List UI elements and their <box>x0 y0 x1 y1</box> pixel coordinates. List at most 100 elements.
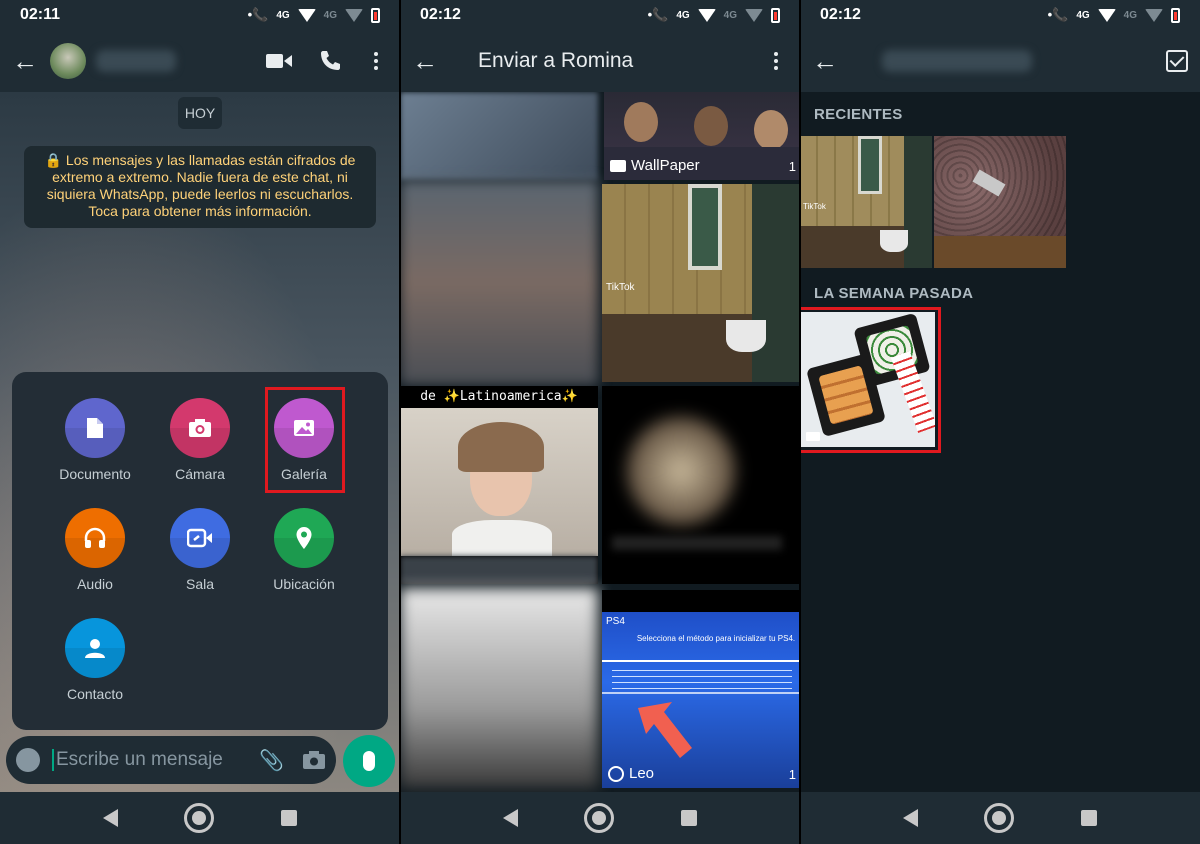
avatar[interactable] <box>50 43 86 79</box>
attach-label: Sala <box>185 576 215 592</box>
attach-audio-button[interactable]: Audio <box>40 508 150 592</box>
mic-button[interactable] <box>343 735 395 787</box>
back-arrow-icon[interactable]: ← <box>12 46 46 77</box>
attach-label: Contacto <box>66 686 124 702</box>
album-count: 1 <box>788 767 796 782</box>
phone-icon[interactable] <box>318 49 342 73</box>
back-arrow-icon[interactable]: ← <box>812 46 846 77</box>
video-caption: de ✨Latinoamerica✨ <box>420 389 578 404</box>
person-icon <box>65 618 125 678</box>
section-header-last-week: LA SEMANA PASADA <box>814 285 974 302</box>
status-icons: •📞 4G 4G <box>648 7 780 23</box>
attach-room-button[interactable]: Sala <box>145 508 255 592</box>
attach-camera-button[interactable]: Cámara <box>145 398 255 482</box>
media-thumb-bathroom[interactable]: TikTok <box>800 136 932 268</box>
whatsapp-icon <box>608 765 624 782</box>
album-tile-blurred[interactable] <box>400 92 598 180</box>
nav-recents-icon[interactable] <box>680 810 697 826</box>
album-tile-wallpaper[interactable]: WallPaper 1 <box>604 92 800 180</box>
red-arrow-icon <box>638 702 692 758</box>
nav-home-icon[interactable] <box>184 803 215 833</box>
camera-icon <box>170 398 230 458</box>
status-time: 02:12 <box>420 6 461 23</box>
headphones-icon <box>65 508 125 568</box>
document-icon <box>65 398 125 458</box>
media-thumb-granite[interactable] <box>934 136 1066 268</box>
network-label: 4G <box>276 9 290 21</box>
video-call-icon[interactable] <box>266 52 292 70</box>
mic-icon <box>363 751 375 771</box>
contact-name-blurred[interactable] <box>96 50 176 72</box>
message-input[interactable]: Escribe un mensaje <box>52 749 245 771</box>
attach-clip-icon[interactable]: 📎 <box>259 748 284 773</box>
status-bar: 02:12 •📞 4G 4G <box>400 0 800 30</box>
status-time: 02:11 <box>20 6 61 23</box>
location-pin-icon <box>274 508 334 568</box>
album-tile-bathroom[interactable]: TikTok <box>602 184 800 382</box>
nav-back-icon[interactable] <box>903 809 919 827</box>
encryption-notice[interactable]: 🔒 Los mensajes y las llamadas están cifr… <box>24 146 376 228</box>
network-label-2: 4G <box>723 9 737 21</box>
tiktok-label: TikTok <box>606 282 635 293</box>
emoji-icon[interactable] <box>16 748 40 772</box>
signal-icon <box>345 8 363 22</box>
nav-recents-icon[interactable] <box>1080 810 1097 826</box>
attach-contact-button[interactable]: Contacto <box>40 618 150 702</box>
album-tile-leo[interactable]: PS4 Selecciona el método para inicializa… <box>602 590 800 788</box>
chat-screen: 02:11 •📞 4G 4G ← HOY 🔒 Los mensajes y la… <box>0 0 400 844</box>
system-nav-bar <box>0 792 400 844</box>
attach-label: Ubicación <box>273 576 335 592</box>
more-options-icon[interactable] <box>364 52 388 70</box>
battery-icon <box>1171 7 1180 23</box>
back-arrow-icon[interactable]: ← <box>412 46 446 77</box>
album-tile-blurred[interactable] <box>400 180 598 385</box>
page-title: Enviar a Romina <box>478 49 634 72</box>
selected-thumb-highlight-box <box>800 307 941 453</box>
camera-icon[interactable] <box>302 750 326 770</box>
nav-home-icon[interactable] <box>584 803 615 833</box>
album-header: ← <box>800 30 1200 92</box>
nav-back-icon[interactable] <box>103 809 119 827</box>
network-label: 4G <box>1076 9 1090 21</box>
signal-icon <box>745 8 763 22</box>
status-icons: •📞 4G 4G <box>248 7 380 23</box>
call-icon: •📞 <box>1047 7 1069 22</box>
more-options-icon[interactable] <box>764 52 788 70</box>
gallery-header: ← Enviar a Romina <box>400 30 800 92</box>
ps4-text: Selecciona el método para inicializar tu… <box>636 634 796 643</box>
chat-header: ← <box>0 30 400 92</box>
selfie-image <box>400 408 598 556</box>
album-name: Leo <box>629 765 655 782</box>
battery-icon <box>371 7 380 23</box>
nav-home-icon[interactable] <box>984 803 1015 833</box>
video-link-icon <box>170 508 230 568</box>
status-time: 02:12 <box>820 6 861 23</box>
gallery-highlight-box <box>265 387 345 493</box>
tiktok-label: TikTok <box>803 202 826 211</box>
message-input-bar: Escribe un mensaje 📎 <box>6 736 336 784</box>
section-header-recent: RECIENTES <box>814 106 903 123</box>
wifi-icon <box>1097 8 1116 22</box>
status-bar: 02:11 •📞 4G 4G <box>0 0 400 30</box>
attach-label: Audio <box>77 576 113 592</box>
call-icon: •📞 <box>647 7 669 22</box>
album-count: 1 <box>788 159 796 174</box>
system-nav-bar <box>400 792 800 844</box>
ps4-label: PS4 <box>606 616 625 627</box>
network-label-2: 4G <box>1123 9 1137 21</box>
nav-recents-icon[interactable] <box>280 810 297 826</box>
album-caption: WallPaper <box>610 157 700 174</box>
latam-caption: Latinoamerica <box>459 389 562 404</box>
album-name: WallPaper <box>631 157 700 174</box>
battery-icon <box>771 7 780 23</box>
album-tile-blurred[interactable] <box>400 588 598 788</box>
attach-document-button[interactable]: Documento <box>40 398 150 482</box>
album-tile-blurred-dark[interactable] <box>602 386 800 584</box>
album-title-blurred <box>882 50 1032 72</box>
call-icon: •📞 <box>247 7 269 22</box>
nav-back-icon[interactable] <box>503 809 519 827</box>
album-tile-selfie[interactable]: de ✨Latinoamerica✨ <box>400 386 598 584</box>
multi-select-icon[interactable] <box>1166 50 1188 72</box>
attach-location-button[interactable]: Ubicación <box>249 508 359 592</box>
network-label: 4G <box>676 9 690 21</box>
